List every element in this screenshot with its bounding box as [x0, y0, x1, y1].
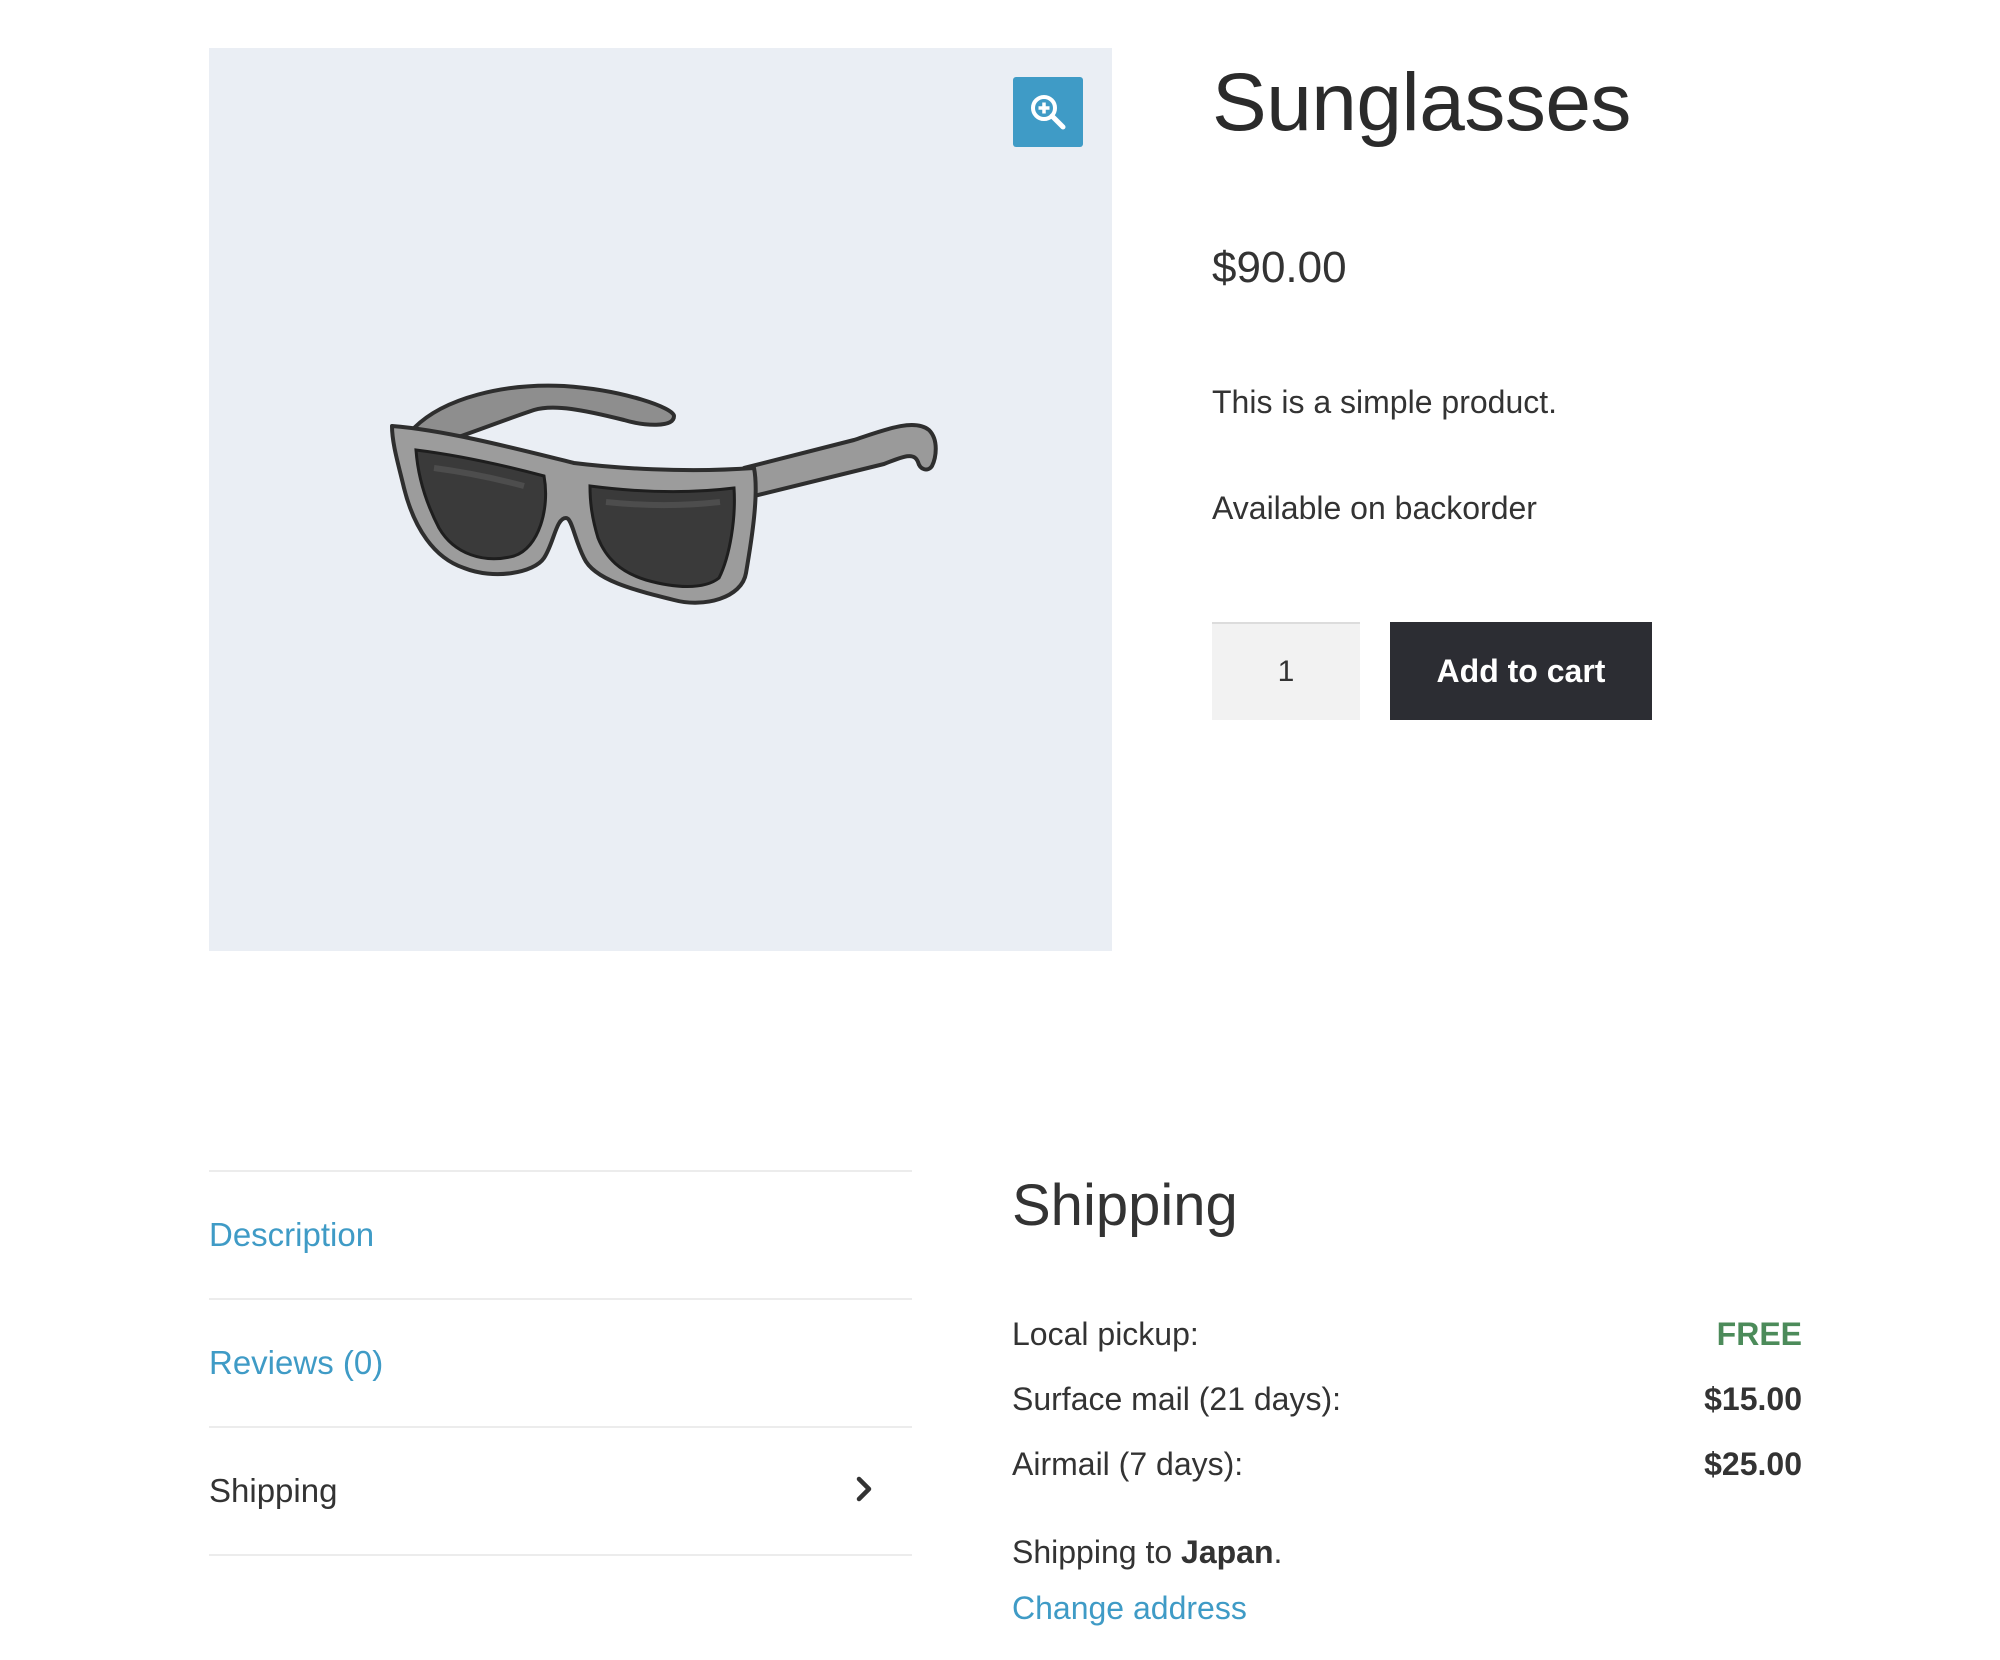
shipping-rate-row: Local pickup: FREE	[1012, 1302, 1802, 1367]
tab-reviews[interactable]: Reviews (0)	[209, 1298, 912, 1426]
tab-label: Shipping	[209, 1472, 338, 1509]
rate-name: Surface mail (21 days):	[1012, 1381, 1342, 1417]
quantity-input[interactable]	[1212, 622, 1360, 720]
product-price: $90.00	[1212, 243, 1347, 292]
shipping-destination: Shipping to Japan.	[1012, 1530, 1282, 1574]
rate-name: Local pickup:	[1012, 1316, 1199, 1352]
product-short-description: This is a simple product.	[1212, 384, 1558, 420]
product-tabs: Description Reviews (0) Shipping	[209, 1170, 912, 1556]
destination-prefix: Shipping to	[1012, 1534, 1182, 1570]
product-title: Sunglasses	[1212, 57, 1631, 148]
chevron-right-icon	[856, 1476, 872, 1502]
rate-cost: $25.00	[1704, 1446, 1802, 1482]
shipping-heading: Shipping	[1012, 1173, 1238, 1238]
product-page: Sunglasses $90.00 This is a simple produ…	[0, 0, 2000, 1660]
sunglasses-image	[390, 383, 938, 605]
rate-cost: $15.00	[1704, 1381, 1802, 1417]
shipping-rates: Local pickup: FREE Surface mail (21 days…	[1012, 1302, 1802, 1497]
rate-name: Airmail (7 days):	[1012, 1446, 1244, 1482]
tab-label: Reviews (0)	[209, 1344, 384, 1381]
product-image-gallery[interactable]	[209, 48, 1112, 951]
change-address-link[interactable]: Change address	[1012, 1586, 1247, 1630]
tab-shipping[interactable]: Shipping	[209, 1426, 912, 1556]
stock-status: Available on backorder	[1212, 490, 1537, 526]
rate-cost: FREE	[1716, 1316, 1802, 1352]
zoom-in-icon	[1031, 95, 1066, 130]
add-to-cart-button[interactable]: Add to cart	[1390, 622, 1652, 720]
tab-description[interactable]: Description	[209, 1170, 912, 1298]
destination-suffix: .	[1273, 1534, 1283, 1570]
destination-country: Japan	[1181, 1534, 1274, 1570]
zoom-button[interactable]	[1013, 77, 1083, 147]
tab-label: Description	[209, 1216, 375, 1253]
shipping-rate-row: Surface mail (21 days): $15.00	[1012, 1367, 1802, 1432]
shipping-rate-row: Airmail (7 days): $25.00	[1012, 1432, 1802, 1497]
